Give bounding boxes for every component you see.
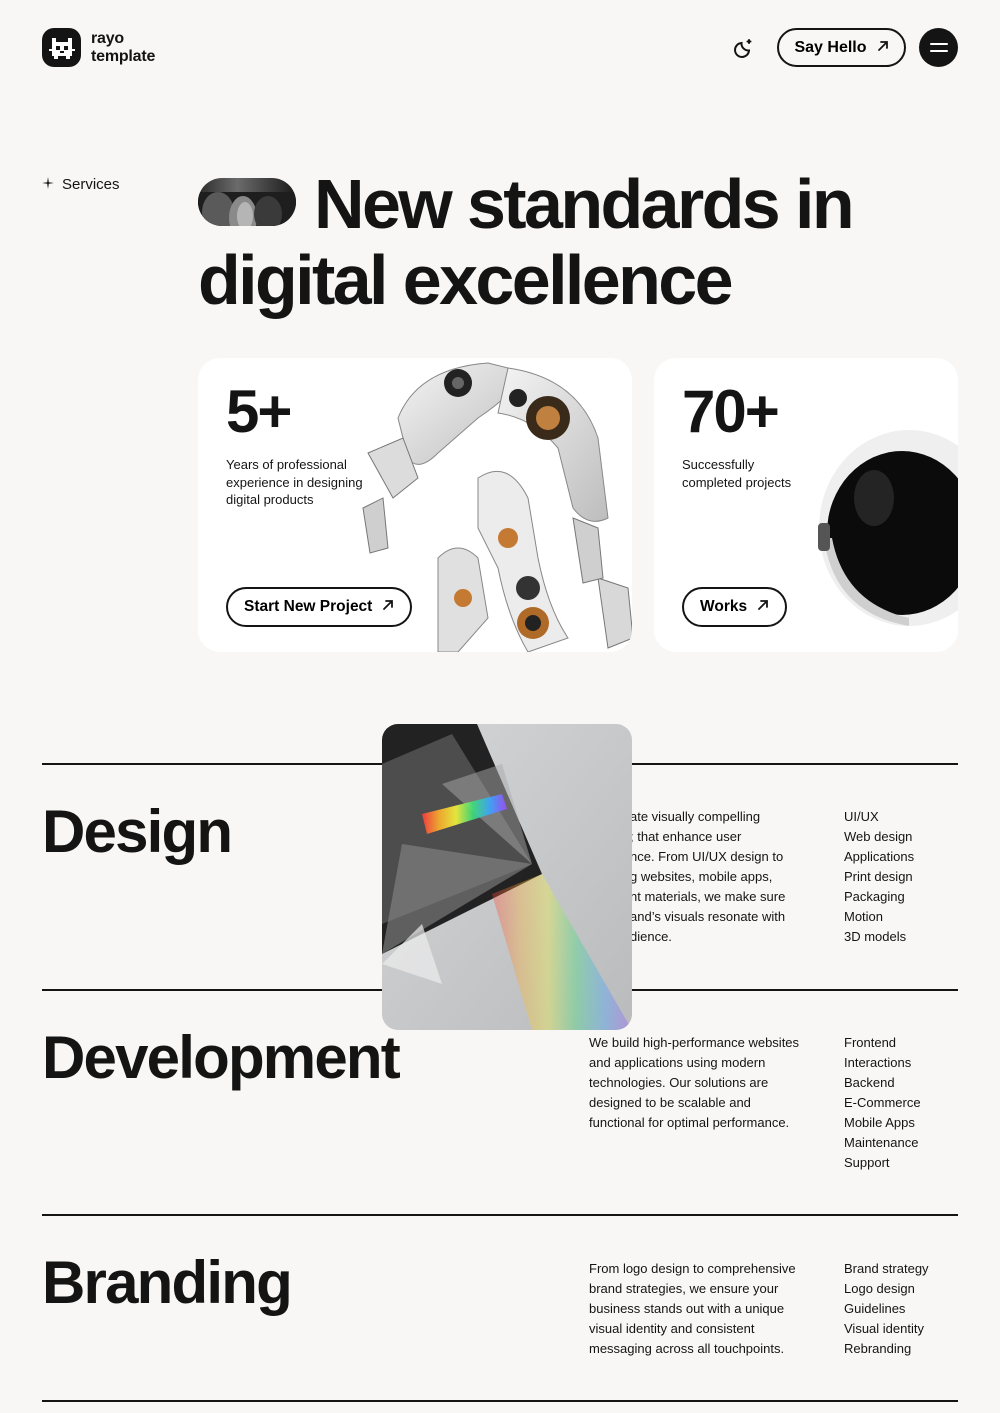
service-tag: Applications [844, 849, 915, 864]
service-tag: E-Commerce [844, 1095, 921, 1110]
service-description-development: We build high-performance websites and a… [589, 1035, 800, 1130]
service-tag: Guidelines [844, 1301, 906, 1316]
cat-logo-icon [42, 28, 81, 67]
start-new-project-button[interactable]: Start New Project [226, 587, 413, 627]
stat-number: 70+ [682, 378, 780, 445]
stat-card-experience: 5+ Years of professional experience in d… [198, 358, 632, 652]
service-title-development[interactable]: Development [42, 1025, 401, 1091]
service-tags-development: Frontend Interactions Backend E-Commerce… [844, 1033, 921, 1173]
service-tag: UI/UX [844, 809, 879, 824]
brand-name: rayo template [91, 30, 155, 66]
service-tag: Web design [844, 829, 913, 844]
service-description-branding: From logo design to comprehensive brand … [589, 1261, 796, 1356]
service-tag: Support [844, 1155, 890, 1170]
service-title-branding[interactable]: Branding [42, 1250, 293, 1316]
brand-logo[interactable]: rayo template [42, 28, 155, 67]
service-tag: Backend [844, 1075, 895, 1090]
divider [42, 1214, 958, 1216]
service-tag: Frontend [844, 1035, 897, 1050]
brand-name-line2: template [91, 47, 156, 65]
hero-title: New standards in digital excellence [198, 166, 978, 318]
hamburger-line [929, 43, 948, 45]
arrow-up-right-icon [382, 598, 394, 616]
theme-toggle-icon[interactable] [731, 35, 757, 61]
service-tag: Logo design [844, 1281, 915, 1296]
service-tag: Motion [844, 909, 884, 924]
service-tag: Rebranding [844, 1341, 912, 1356]
arrow-up-right-icon [757, 598, 769, 616]
service-tag: Maintenance [844, 1135, 919, 1150]
section-label: Services [42, 176, 120, 193]
hero-title-line1: New standards in [314, 165, 855, 243]
divider [42, 1400, 958, 1402]
service-description-design: ate visually compelling ; that enhance u… [630, 809, 786, 944]
section-label-text: Services [62, 176, 120, 193]
hero-pill-image [198, 177, 296, 226]
arrow-up-right-icon [877, 39, 889, 57]
service-title-design[interactable]: Design [42, 799, 233, 865]
hamburger-line [929, 50, 948, 52]
stat-description: Years of professional experience in desi… [226, 457, 363, 507]
service-tag: Packaging [844, 889, 905, 904]
hero-title-line2: digital excellence [198, 241, 734, 319]
stat-number: 5+ [226, 378, 292, 445]
service-tag: 3D models [844, 929, 907, 944]
service-tag: Visual identity [844, 1321, 924, 1336]
sparkle-icon [42, 176, 54, 193]
service-tag: Brand strategy [844, 1261, 929, 1276]
service-tag: Interactions [844, 1055, 912, 1070]
service-tags-design: UI/UX Web design Applications Print desi… [844, 807, 914, 947]
prism-hover-image [382, 724, 632, 1030]
astronaut-helmet-image [818, 430, 958, 626]
works-label: Works [700, 598, 748, 615]
brand-name-line1: rayo [91, 29, 124, 47]
say-hello-button[interactable]: Say Hello [777, 28, 906, 67]
service-tag: Mobile Apps [844, 1115, 915, 1130]
service-tag: Print design [844, 869, 913, 884]
start-new-project-label: Start New Project [244, 598, 373, 615]
menu-button[interactable] [919, 28, 958, 67]
say-hello-label: Say Hello [794, 38, 867, 56]
stat-card-projects: 70+ Successfully completed projects Work… [654, 358, 958, 652]
works-button[interactable]: Works [682, 587, 788, 627]
stat-description: Successfully completed projects [682, 457, 792, 490]
service-tags-branding: Brand strategy Logo design Guidelines Vi… [844, 1259, 929, 1359]
